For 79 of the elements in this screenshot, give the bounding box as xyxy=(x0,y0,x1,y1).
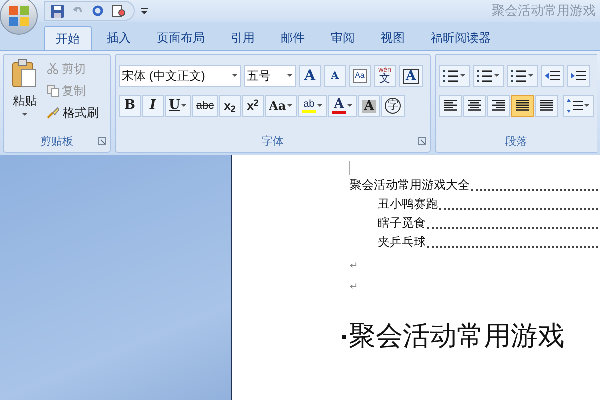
change-case-button[interactable]: Aa xyxy=(265,95,298,117)
document-heading: 聚会活动常用游戏 xyxy=(349,323,565,350)
caret-icon xyxy=(584,104,590,108)
align-button[interactable] xyxy=(511,95,534,117)
clear-format-button[interactable]: Aa xyxy=(349,65,371,87)
indent-icon xyxy=(571,70,586,82)
character-shading-button[interactable]: A xyxy=(358,95,380,117)
decrease-indent-button[interactable] xyxy=(541,65,564,87)
group-label: 字体 xyxy=(262,134,284,150)
increase-indent-button[interactable] xyxy=(567,65,590,87)
line-spacing-icon xyxy=(567,99,583,113)
bullets-button[interactable] xyxy=(439,65,470,87)
strikethrough-button[interactable]: abc xyxy=(192,95,218,117)
bold-button[interactable]: B xyxy=(119,95,141,117)
save-icon[interactable] xyxy=(51,4,64,18)
caret-icon xyxy=(317,104,324,108)
bullet-list-icon xyxy=(443,69,459,83)
paragraph-mark: ↵ xyxy=(350,283,358,293)
ribbon-tab[interactable]: 页面布局 xyxy=(146,26,216,50)
underline-button[interactable]: U xyxy=(165,95,192,117)
clipboard-icon xyxy=(12,59,38,89)
heading-marker xyxy=(342,334,346,338)
ribbon-tab[interactable]: 视图 xyxy=(370,26,416,50)
grow-font-button[interactable]: A xyxy=(299,65,321,87)
highlight-button[interactable]: ab xyxy=(298,95,328,117)
caret-icon xyxy=(232,74,238,78)
font-size-field[interactable]: 五号 xyxy=(244,65,296,87)
toc-entry: 丑小鸭赛跑 xyxy=(378,194,600,213)
caret-icon xyxy=(287,104,294,108)
ribbon-tab[interactable]: 引用 xyxy=(220,26,266,50)
align-icon xyxy=(443,100,458,112)
scissors-icon xyxy=(47,62,59,74)
align-icon xyxy=(467,100,482,112)
ribbon-tab[interactable]: 审阅 xyxy=(320,26,366,50)
caret-icon xyxy=(494,74,500,78)
paragraph-mark: ↵ xyxy=(350,262,358,272)
align-icon xyxy=(539,100,554,112)
shrink-font-button[interactable]: A xyxy=(324,65,346,87)
numbering-button[interactable] xyxy=(473,65,504,87)
italic-button[interactable]: I xyxy=(142,95,164,117)
ribbon-tab[interactable]: 福昕阅读器 xyxy=(420,26,502,50)
superscript-button[interactable]: x$^{2}$ xyxy=(242,95,264,117)
dialog-launcher-icon[interactable] xyxy=(418,137,426,145)
subscript-button[interactable]: x$_{2}$ xyxy=(219,95,242,117)
toc-entry: 聚会活动常用游戏大全 xyxy=(350,175,600,194)
window-title: 聚会活动常用游戏 xyxy=(492,2,596,20)
office-logo-icon xyxy=(8,5,30,27)
toc-entry: 夹乒乓球 xyxy=(378,232,600,251)
character-border-button[interactable]: A xyxy=(399,65,424,87)
ribbon-tab[interactable]: 开始 xyxy=(44,26,92,50)
enclose-character-button[interactable]: 字 xyxy=(381,95,406,117)
caret-icon xyxy=(347,104,354,108)
align-icon xyxy=(515,100,530,112)
line-spacing-button[interactable] xyxy=(563,95,594,117)
ribbon-tab[interactable]: 插入 xyxy=(96,26,142,50)
multilevel-list-button[interactable] xyxy=(507,65,538,87)
align-button[interactable] xyxy=(535,95,558,117)
font-color-button[interactable]: A xyxy=(328,95,358,117)
ribbon-tab[interactable]: 邮件 xyxy=(270,26,316,50)
caret-icon xyxy=(460,74,466,78)
align-button[interactable] xyxy=(439,95,462,117)
caret-icon xyxy=(287,74,293,78)
outdent-icon xyxy=(545,70,560,82)
caret-icon xyxy=(528,74,534,78)
paste-button[interactable]: 粘贴 xyxy=(7,59,43,132)
caret-icon xyxy=(181,104,188,108)
caret-icon xyxy=(22,113,28,117)
toc-entry: 瞎子觅食 xyxy=(378,213,600,232)
group-label: 段落 xyxy=(506,134,528,150)
clipboard-item[interactable]: 格式刷 xyxy=(47,103,99,122)
align-button[interactable] xyxy=(487,95,510,117)
dialog-launcher-icon[interactable] xyxy=(98,137,106,145)
brush-icon xyxy=(47,106,60,118)
align-button[interactable] xyxy=(463,95,486,117)
customize-caret-icon[interactable] xyxy=(141,8,148,14)
font-name-field[interactable]: 宋体 (中文正文) xyxy=(119,65,241,87)
group-label: 剪贴板 xyxy=(40,134,74,150)
copy-icon xyxy=(47,84,59,96)
align-icon xyxy=(491,100,506,112)
